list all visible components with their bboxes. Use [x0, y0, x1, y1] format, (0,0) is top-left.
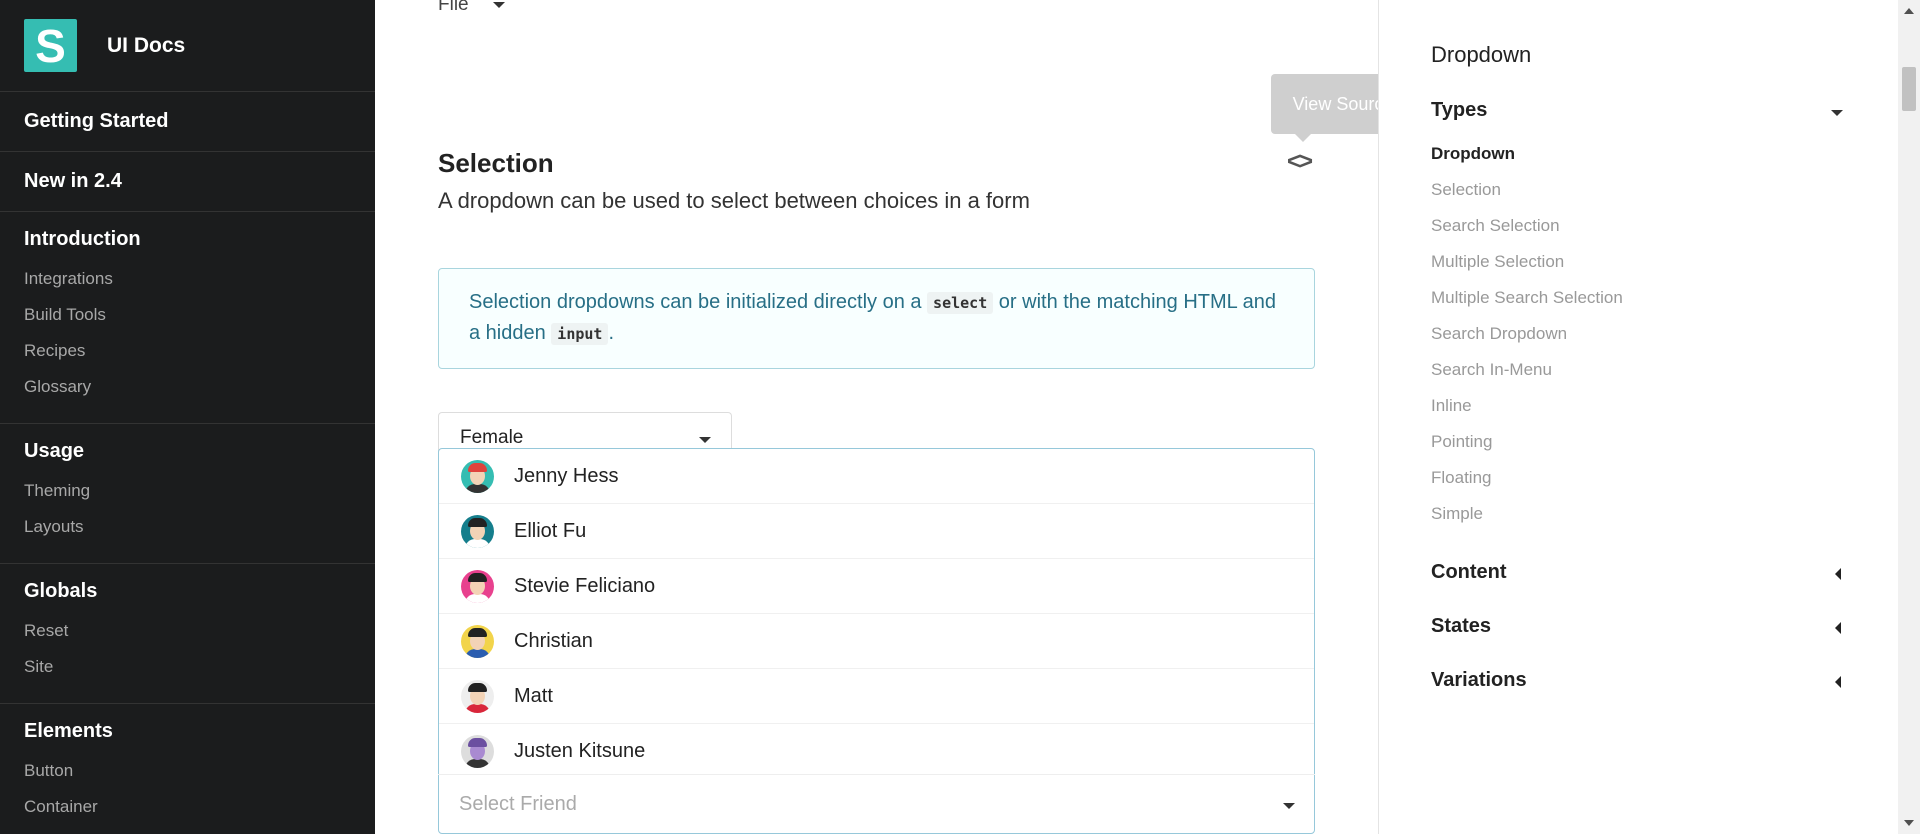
nav-item-build-tools[interactable]: Build Tools: [0, 297, 375, 333]
toc-item-inline[interactable]: Inline: [1431, 396, 1472, 416]
nav-section-globals: Globals Reset Site: [0, 564, 375, 704]
toc-item-pointing[interactable]: Pointing: [1431, 432, 1492, 452]
avatar-icon: [461, 514, 494, 548]
info-code-select: select: [927, 292, 994, 314]
toc-group-states[interactable]: States: [1431, 615, 1851, 638]
avatar-icon: [461, 679, 494, 713]
scroll-down-arrow-icon[interactable]: [1904, 820, 1914, 826]
menu-item-label: Christian: [514, 629, 593, 652]
chevron-left-icon: [1835, 622, 1841, 634]
toc-group-label: Content: [1431, 561, 1507, 583]
nav-item-container[interactable]: Container: [0, 789, 375, 825]
toc-item-floating[interactable]: Floating: [1431, 468, 1491, 488]
info-text-3: .: [608, 322, 615, 344]
avatar-icon: [461, 459, 494, 493]
sidebar: S UI Docs Getting Started New in 2.4 Int…: [0, 0, 375, 834]
menu-item-label: Stevie Feliciano: [514, 574, 656, 597]
menu-item-label: Jenny Hess: [514, 464, 619, 487]
toc-item-selection[interactable]: Selection: [1431, 180, 1501, 200]
chevron-down-icon: [492, 2, 505, 8]
nav-header-elements[interactable]: Elements: [0, 704, 375, 753]
friend-select-placeholder: Select Friend: [459, 793, 577, 815]
nav-item-glossary[interactable]: Glossary: [0, 369, 375, 405]
nav-header-new[interactable]: New in 2.4: [0, 152, 375, 211]
chevron-down-icon: [1283, 803, 1295, 809]
menu-item-elliot-fu[interactable]: Elliot Fu: [439, 504, 1314, 559]
toc-item-search-in-menu[interactable]: Search In-Menu: [1431, 360, 1552, 380]
toc-item-search-selection[interactable]: Search Selection: [1431, 216, 1560, 236]
nav-header-globals[interactable]: Globals: [0, 564, 375, 613]
nav-section-usage: Usage Theming Layouts: [0, 424, 375, 564]
menu-item-label: Justen Kitsune: [514, 740, 646, 762]
scrollbar-thumb[interactable]: [1902, 67, 1916, 111]
chevron-left-icon: [1835, 568, 1841, 580]
toc-title: Dropdown: [1431, 42, 1532, 67]
nav-header-usage[interactable]: Usage: [0, 424, 375, 473]
avatar-icon: [461, 569, 494, 603]
menu-item-jenny-hess[interactable]: Jenny Hess: [439, 449, 1314, 504]
toc-group-label: Variations: [1431, 669, 1527, 691]
menu-item-stevie-feliciano[interactable]: Stevie Feliciano: [439, 559, 1314, 614]
file-label: File: [438, 0, 469, 15]
nav-section-getting-started: Getting Started: [0, 92, 375, 152]
toc-item-multiple-search-selection[interactable]: Multiple Search Selection: [1431, 288, 1623, 308]
chevron-down-icon: [699, 437, 711, 443]
toc-item-search-dropdown[interactable]: Search Dropdown: [1431, 324, 1567, 344]
nav-item-reset[interactable]: Reset: [0, 613, 375, 649]
nav-section-new: New in 2.4: [0, 152, 375, 212]
scroll-up-arrow-icon[interactable]: [1904, 8, 1914, 14]
toc-group-label: Types: [1431, 99, 1488, 121]
nav-header-getting-started[interactable]: Getting Started: [0, 92, 375, 151]
chevron-left-icon: [1835, 676, 1841, 688]
menu-item-justen-kitsune[interactable]: Justen Kitsune: [439, 724, 1314, 779]
avatar-icon: [461, 735, 494, 768]
chevron-down-icon: [1831, 110, 1843, 116]
nav-item-button[interactable]: Button: [0, 753, 375, 789]
toc-item-simple[interactable]: Simple: [1431, 504, 1483, 524]
toc-group-content[interactable]: Content: [1431, 561, 1851, 584]
menu-item-christian[interactable]: Christian: [439, 614, 1314, 669]
page-scrollbar[interactable]: [1898, 0, 1920, 834]
nav-section-elements: Elements Button Container: [0, 704, 375, 825]
logo-icon: S: [24, 19, 77, 72]
nav-item-theming[interactable]: Theming: [0, 473, 375, 509]
gender-dropdown-value: Female: [460, 427, 524, 448]
toc-item-dropdown[interactable]: Dropdown: [1431, 144, 1515, 164]
logo-row[interactable]: S UI Docs: [0, 0, 375, 92]
code-icon[interactable]: <>: [1287, 148, 1313, 176]
info-text-1: Selection dropdowns can be initialized d…: [469, 291, 928, 313]
menu-item-label: Elliot Fu: [514, 519, 587, 542]
nav-item-layouts[interactable]: Layouts: [0, 509, 375, 545]
main-content: File View Source <> Selection A dropdown…: [375, 0, 1415, 834]
nav-item-recipes[interactable]: Recipes: [0, 333, 375, 369]
right-rail-toc: Dropdown Types Dropdown Selection Search…: [1378, 0, 1898, 834]
section-title: Selection: [438, 148, 554, 178]
nav-section-introduction: Introduction Integrations Build Tools Re…: [0, 212, 375, 424]
nav-item-integrations[interactable]: Integrations: [0, 261, 375, 297]
file-dropdown[interactable]: File: [438, 0, 505, 16]
logo-text: UI Docs: [107, 33, 186, 57]
toc-item-multiple-selection[interactable]: Multiple Selection: [1431, 252, 1564, 272]
menu-item-matt[interactable]: Matt: [439, 669, 1314, 724]
avatar-icon: [461, 624, 494, 658]
section-description: A dropdown can be used to select between…: [438, 188, 1030, 213]
info-message: Selection dropdowns can be initialized d…: [438, 268, 1315, 369]
info-code-input: input: [551, 323, 609, 345]
nav-item-site[interactable]: Site: [0, 649, 375, 685]
toc-group-variations[interactable]: Variations: [1431, 669, 1851, 692]
nav-header-introduction[interactable]: Introduction: [0, 212, 375, 261]
friend-select-dropdown[interactable]: Select Friend: [438, 774, 1315, 834]
toc-group-types[interactable]: Types: [1431, 99, 1851, 122]
menu-item-label: Matt: [514, 684, 553, 707]
toc-group-label: States: [1431, 615, 1492, 637]
